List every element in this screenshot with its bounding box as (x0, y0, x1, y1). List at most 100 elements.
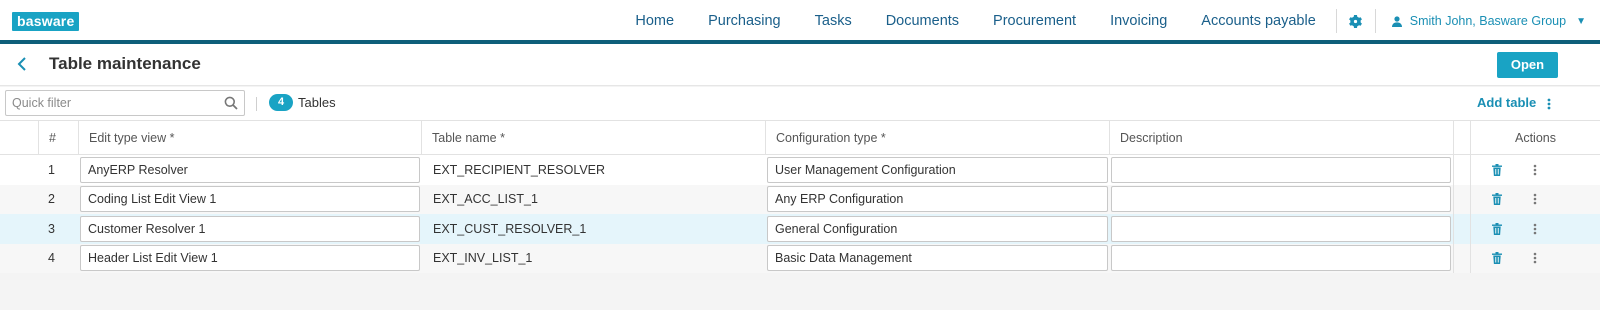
table-row[interactable]: 1 AnyERP Resolver EXT_RECIPIENT_RESOLVER… (0, 155, 1600, 185)
row-number-cell: 2 (48, 185, 78, 215)
row-more-action (1530, 214, 1540, 244)
column-divider (1453, 121, 1454, 273)
edit-type-view-field[interactable]: AnyERP Resolver (80, 156, 420, 183)
row-number-cell: 3 (48, 214, 78, 244)
column-header-actions: Actions (1470, 121, 1600, 155)
page-title: Table maintenance (49, 54, 201, 73)
row-number: 1 (48, 162, 55, 177)
column-header-description[interactable]: Description (1109, 121, 1453, 155)
nav-item-accounts-payable[interactable]: Accounts payable (1184, 13, 1335, 29)
trash-icon[interactable] (1492, 222, 1502, 236)
person-icon (1391, 15, 1402, 27)
table-name-cell: EXT_INV_LIST_1 (421, 244, 765, 274)
chevron-left-icon[interactable] (17, 56, 27, 75)
column-header-number: # (38, 121, 78, 155)
nav-item-documents[interactable]: Documents (869, 13, 976, 29)
table-row[interactable]: 4 Header List Edit View 1 EXT_INV_LIST_1… (0, 243, 1600, 274)
row-number: 2 (48, 192, 55, 207)
column-divider (1470, 121, 1471, 273)
title-bar: Table maintenance Open (0, 44, 1600, 86)
row-number-cell: 4 (48, 244, 78, 274)
column-header-spacer (1453, 121, 1470, 155)
column-header-configuration-type[interactable]: Configuration type * (765, 121, 1109, 155)
more-vertical-icon[interactable] (1530, 222, 1540, 236)
trash-icon[interactable] (1492, 251, 1502, 265)
table-name-cell: EXT_ACC_LIST_1 (421, 185, 765, 215)
more-vertical-icon[interactable] (1530, 192, 1540, 206)
configuration-type-cell: Any ERP Configuration (767, 185, 1108, 215)
edit-type-view-cell: Coding List Edit View 1 (80, 185, 420, 215)
trash-icon[interactable] (1492, 192, 1502, 206)
edit-type-view-field[interactable]: Header List Edit View 1 (80, 245, 420, 272)
more-vertical-icon[interactable] (1544, 96, 1554, 112)
nav-item-tasks[interactable]: Tasks (798, 13, 869, 29)
table-row[interactable]: 3 Customer Resolver 1 EXT_CUST_RESOLVER_… (0, 214, 1600, 244)
delete-action (1492, 244, 1506, 274)
gear-icon[interactable] (1337, 0, 1375, 42)
description-field[interactable] (1111, 215, 1451, 242)
table-row[interactable]: 2 Coding List Edit View 1 EXT_ACC_LIST_1… (0, 184, 1600, 215)
open-button[interactable]: Open (1497, 52, 1558, 78)
edit-type-view-field[interactable]: Customer Resolver 1 (80, 215, 420, 242)
top-navigation-bar: basware Home Purchasing Tasks Documents … (0, 0, 1600, 42)
description-field[interactable] (1111, 156, 1451, 183)
row-more-action (1530, 155, 1540, 185)
configuration-type-field[interactable]: User Management Configuration (767, 156, 1108, 183)
table-name-value: EXT_CUST_RESOLVER_1 (433, 221, 587, 236)
description-field[interactable] (1111, 245, 1451, 272)
more-vertical-icon[interactable] (1530, 163, 1540, 177)
nav-item-invoicing[interactable]: Invoicing (1093, 13, 1184, 29)
description-cell (1111, 155, 1451, 185)
main-nav: Home Purchasing Tasks Documents Procurem… (618, 0, 1600, 42)
configuration-type-field[interactable]: Any ERP Configuration (767, 186, 1108, 213)
edit-type-view-cell: AnyERP Resolver (80, 155, 420, 185)
table-name-cell: EXT_CUST_RESOLVER_1 (421, 214, 765, 244)
description-cell (1111, 214, 1451, 244)
configuration-type-field[interactable]: General Configuration (767, 215, 1108, 242)
configuration-type-cell: User Management Configuration (767, 155, 1108, 185)
more-vertical-icon[interactable] (1530, 251, 1540, 265)
edit-type-view-cell: Customer Resolver 1 (80, 214, 420, 244)
row-more-action (1530, 185, 1540, 215)
table-name-value: EXT_INV_LIST_1 (433, 251, 533, 266)
description-cell (1111, 244, 1451, 274)
tables-grid: # Edit type view * Table name * Configur… (0, 121, 1600, 273)
description-cell (1111, 185, 1451, 215)
quick-filter (5, 90, 245, 116)
row-number-cell: 1 (48, 155, 78, 185)
description-field[interactable] (1111, 186, 1451, 213)
user-menu[interactable]: Smith John, Basware Group ▼ (1376, 14, 1600, 28)
basware-logo[interactable]: basware (12, 12, 80, 31)
table-count-badge: 4 (269, 94, 293, 111)
trash-icon[interactable] (1492, 163, 1502, 177)
table-toolbar: 4 Tables Add table (0, 87, 1600, 121)
table-name-cell: EXT_RECIPIENT_RESOLVER (421, 155, 765, 185)
edit-type-view-field[interactable]: Coding List Edit View 1 (80, 186, 420, 213)
nav-item-home[interactable]: Home (618, 13, 691, 29)
caret-down-icon: ▼ (1576, 15, 1586, 27)
configuration-type-cell: General Configuration (767, 214, 1108, 244)
quick-filter-input[interactable] (6, 91, 216, 115)
add-table-button[interactable]: Add table (1477, 95, 1536, 110)
delete-action (1492, 214, 1506, 244)
row-number: 4 (48, 251, 55, 266)
toolbar-divider (256, 97, 257, 111)
configuration-type-cell: Basic Data Management (767, 244, 1108, 274)
table-name-value: EXT_ACC_LIST_1 (433, 192, 538, 207)
table-name-value: EXT_RECIPIENT_RESOLVER (433, 162, 606, 177)
edit-type-view-cell: Header List Edit View 1 (80, 244, 420, 274)
user-name: Smith John, Basware Group (1409, 14, 1567, 28)
grid-body: 1 AnyERP Resolver EXT_RECIPIENT_RESOLVER… (0, 155, 1600, 273)
delete-action (1492, 185, 1506, 215)
row-more-action (1530, 244, 1540, 274)
column-header-edit-type-view[interactable]: Edit type view * (78, 121, 421, 155)
nav-item-purchasing[interactable]: Purchasing (691, 13, 798, 29)
search-icon[interactable] (224, 96, 238, 113)
table-count-label: Tables (298, 95, 336, 110)
configuration-type-field[interactable]: Basic Data Management (767, 245, 1108, 272)
row-number: 3 (48, 221, 55, 236)
nav-item-procurement[interactable]: Procurement (976, 13, 1093, 29)
delete-action (1492, 155, 1506, 185)
column-header-table-name[interactable]: Table name * (421, 121, 765, 155)
grid-header-row: # Edit type view * Table name * Configur… (0, 121, 1600, 155)
